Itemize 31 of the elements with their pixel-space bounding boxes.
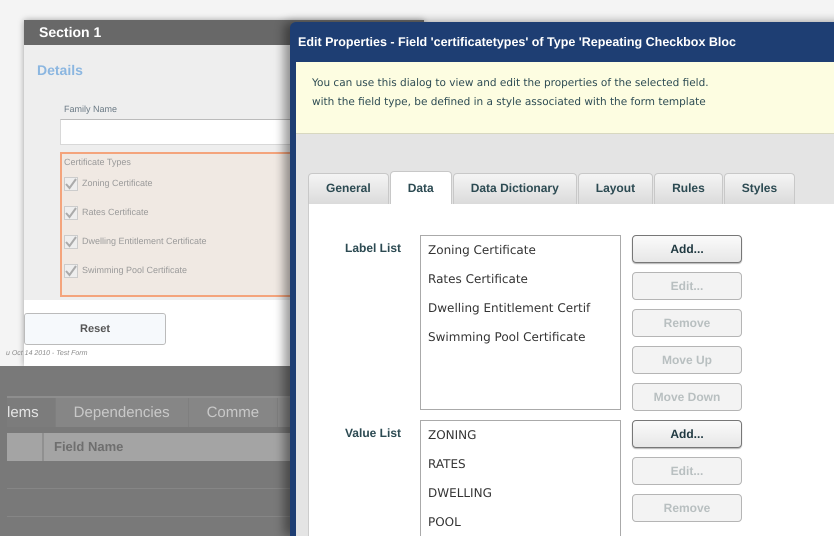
checkbox[interactable] [64, 206, 78, 220]
field-label: Family Name [64, 103, 118, 116]
checkbox-label: Zoning Certificate [82, 176, 153, 190]
checkbox-label: Rates Certificate [82, 206, 149, 219]
list-box[interactable]: ZONING RATES DWELLING POOL [420, 420, 621, 536]
tab[interactable]: General [308, 173, 389, 204]
add-button[interactable]: Add... [632, 235, 742, 263]
checkbox[interactable] [64, 176, 78, 190]
tab[interactable]: Styles [724, 173, 796, 204]
group-label: Certificate Types [64, 156, 132, 169]
list-item[interactable]: Dwelling Entitlement Certif [428, 298, 590, 327]
checkbox[interactable] [64, 234, 78, 248]
tab[interactable]: Rules [654, 173, 723, 204]
list-label: Label List [344, 240, 401, 257]
checkbox-label: Swimming Pool Certificate [82, 264, 188, 277]
list-item[interactable]: Rates Certificate [428, 269, 528, 298]
list-item[interactable]: DWELLING [428, 483, 492, 512]
checkbox[interactable] [64, 264, 78, 278]
tab[interactable]: Data [390, 171, 452, 204]
tab[interactable]: Layout [578, 173, 654, 204]
checkbox-label: Dwelling Entitlement Certificate [82, 234, 207, 248]
info-text: with the field type, be defined in a style associated with the form template [312, 95, 706, 110]
info-text: You can use this dialog to view and edit the properties of the selected field. [312, 76, 709, 91]
tab[interactable]: Data Dictionary [452, 173, 577, 204]
list-box[interactable]: Zoning Certificate Rates Certificate Dwelling Entitlement Certif Swimming Pool Certificate [420, 235, 621, 410]
add-button[interactable]: Add... [632, 420, 742, 448]
list-item[interactable]: Swimming Pool Certificate [428, 327, 586, 356]
details-heading: Details [37, 61, 84, 80]
list-item[interactable]: Zoning Certificate [428, 240, 536, 269]
list-item[interactable]: POOL [428, 512, 461, 536]
reset-button[interactable]: Reset [24, 313, 166, 345]
